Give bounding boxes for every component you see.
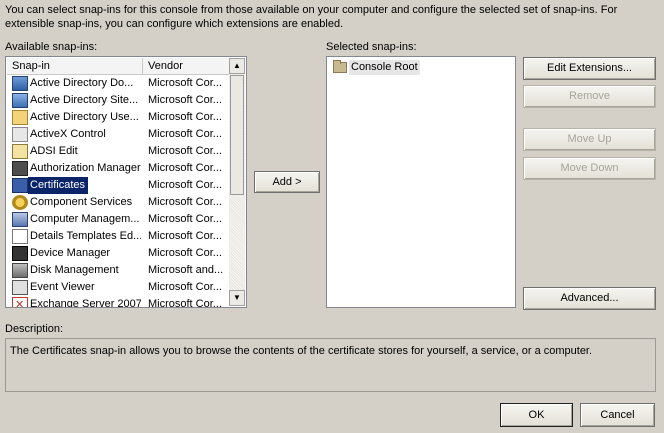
snapin-vendor: Microsoft Cor... — [148, 213, 222, 225]
certificates-icon — [12, 178, 28, 193]
remove-label: Remove — [569, 90, 610, 102]
adsi-edit-icon — [12, 144, 28, 159]
active-directory-users-icon — [12, 110, 28, 125]
column-header-snapin[interactable]: Snap-in — [7, 58, 143, 74]
snapin-vendor: Microsoft Cor... — [148, 179, 222, 191]
list-item[interactable]: ADSI Edit Microsoft Cor... — [7, 143, 232, 160]
list-item[interactable]: Component Services Microsoft Cor... — [7, 194, 232, 211]
disk-management-icon — [12, 263, 28, 278]
snapin-name: Computer Managem... — [30, 213, 140, 225]
snapin-name: Device Manager — [30, 247, 111, 259]
move-down-label: Move Down — [560, 162, 619, 174]
computer-management-icon — [12, 212, 28, 227]
available-snapins-list[interactable]: Snap-in Vendor Active Directory Do... Mi… — [5, 56, 247, 308]
snapin-name: ADSI Edit — [30, 145, 78, 157]
snapin-name: Event Viewer — [30, 281, 95, 293]
snapin-vendor: Microsoft Cor... — [148, 298, 222, 308]
snapin-name: Authorization Manager — [30, 162, 141, 174]
authorization-manager-icon — [12, 161, 28, 176]
available-snapins-label: Available snap-ins: — [5, 41, 98, 53]
add-button[interactable]: Add > — [254, 171, 320, 193]
list-item[interactable]: Details Templates Ed... Microsoft Cor... — [7, 228, 232, 245]
snapin-vendor: Microsoft Cor... — [148, 230, 222, 242]
list-item[interactable]: Active Directory Site... Microsoft Cor..… — [7, 92, 232, 109]
snapin-vendor: Microsoft Cor... — [148, 145, 222, 157]
list-item[interactable]: ActiveX Control Microsoft Cor... — [7, 126, 232, 143]
snapin-vendor: Microsoft and... — [148, 264, 224, 276]
list-item[interactable]: Event Viewer Microsoft Cor... — [7, 279, 232, 296]
cancel-button[interactable]: Cancel — [580, 403, 655, 427]
snapin-name: Active Directory Use... — [30, 111, 139, 123]
list-item[interactable]: Device Manager Microsoft Cor... — [7, 245, 232, 262]
snapin-vendor: Microsoft Cor... — [148, 77, 222, 89]
description-text: The Certificates snap-in allows you to b… — [10, 345, 593, 357]
list-item[interactable]: Active Directory Do... Microsoft Cor... — [7, 75, 232, 92]
column-header-vendor[interactable]: Vendor — [143, 58, 232, 74]
cancel-label: Cancel — [600, 409, 635, 421]
edit-extensions-button[interactable]: Edit Extensions... — [523, 57, 656, 80]
snapin-vendor: Microsoft Cor... — [148, 94, 222, 106]
selected-snapins-label: Selected snap-ins: — [326, 41, 417, 53]
event-viewer-icon — [12, 280, 28, 295]
list-item-selected[interactable]: Certificates Microsoft Cor... — [7, 177, 232, 194]
snapin-name: Details Templates Ed... — [30, 230, 141, 242]
intro-text: You can select snap-ins for this console… — [5, 4, 618, 30]
selected-snapins-tree[interactable]: Console Root — [326, 56, 516, 308]
list-item[interactable]: Disk Management Microsoft and... — [7, 262, 232, 279]
ok-label: OK — [528, 409, 545, 421]
snapin-name: ActiveX Control — [30, 128, 106, 140]
scroll-down-button[interactable]: ▼ — [229, 290, 245, 306]
list-item[interactable]: Active Directory Use... Microsoft Cor... — [7, 109, 232, 126]
scrollbar-thumb[interactable] — [230, 75, 244, 195]
exchange-server-icon — [12, 297, 28, 307]
snapin-vendor: Microsoft Cor... — [148, 247, 222, 259]
snapin-vendor: Microsoft Cor... — [148, 111, 222, 123]
remove-button[interactable]: Remove — [523, 85, 656, 108]
list-item[interactable]: Authorization Manager Microsoft Cor... — [7, 160, 232, 177]
advanced-label: Advanced... — [560, 292, 619, 304]
list-item[interactable]: Exchange Server 2007 Microsoft Cor... — [7, 296, 232, 308]
ok-button[interactable]: OK — [500, 403, 573, 427]
move-up-button[interactable]: Move Up — [523, 128, 656, 151]
device-manager-icon — [12, 246, 28, 261]
list-item[interactable]: Computer Managem... Microsoft Cor... — [7, 211, 232, 228]
active-directory-sites-icon — [12, 93, 28, 108]
move-down-button[interactable]: Move Down — [523, 157, 656, 180]
snapin-name: Component Services — [30, 196, 133, 208]
snapin-name: Active Directory Site... — [30, 94, 139, 106]
snapin-name: Exchange Server 2007 — [30, 298, 141, 308]
scroll-up-button[interactable]: ▲ — [229, 58, 245, 74]
tree-item-label: Console Root — [349, 60, 420, 75]
add-button-label: Add > — [272, 176, 302, 188]
vertical-scrollbar[interactable]: ▲ ▼ — [229, 58, 245, 306]
description-box: The Certificates snap-in allows you to b… — [5, 338, 656, 392]
snapin-vendor: Microsoft Cor... — [148, 128, 222, 140]
details-templates-icon — [12, 229, 28, 244]
advanced-button[interactable]: Advanced... — [523, 287, 656, 310]
snapin-vendor: Microsoft Cor... — [148, 196, 222, 208]
snapin-rows: Active Directory Do... Microsoft Cor... … — [7, 75, 232, 308]
folder-icon — [333, 60, 347, 73]
snapin-name: Active Directory Do... — [30, 77, 134, 89]
snapin-name: Certificates — [28, 177, 89, 194]
edit-extensions-label: Edit Extensions... — [547, 62, 632, 74]
description-label: Description: — [5, 323, 64, 335]
list-header: Snap-in Vendor — [7, 58, 232, 75]
active-directory-domains-icon — [12, 76, 28, 91]
snapin-vendor: Microsoft Cor... — [148, 162, 222, 174]
move-up-label: Move Up — [567, 133, 612, 145]
component-services-icon — [12, 195, 28, 210]
snapin-name: Disk Management — [30, 264, 119, 276]
snapin-vendor: Microsoft Cor... — [148, 281, 222, 293]
activex-control-icon — [12, 127, 28, 142]
